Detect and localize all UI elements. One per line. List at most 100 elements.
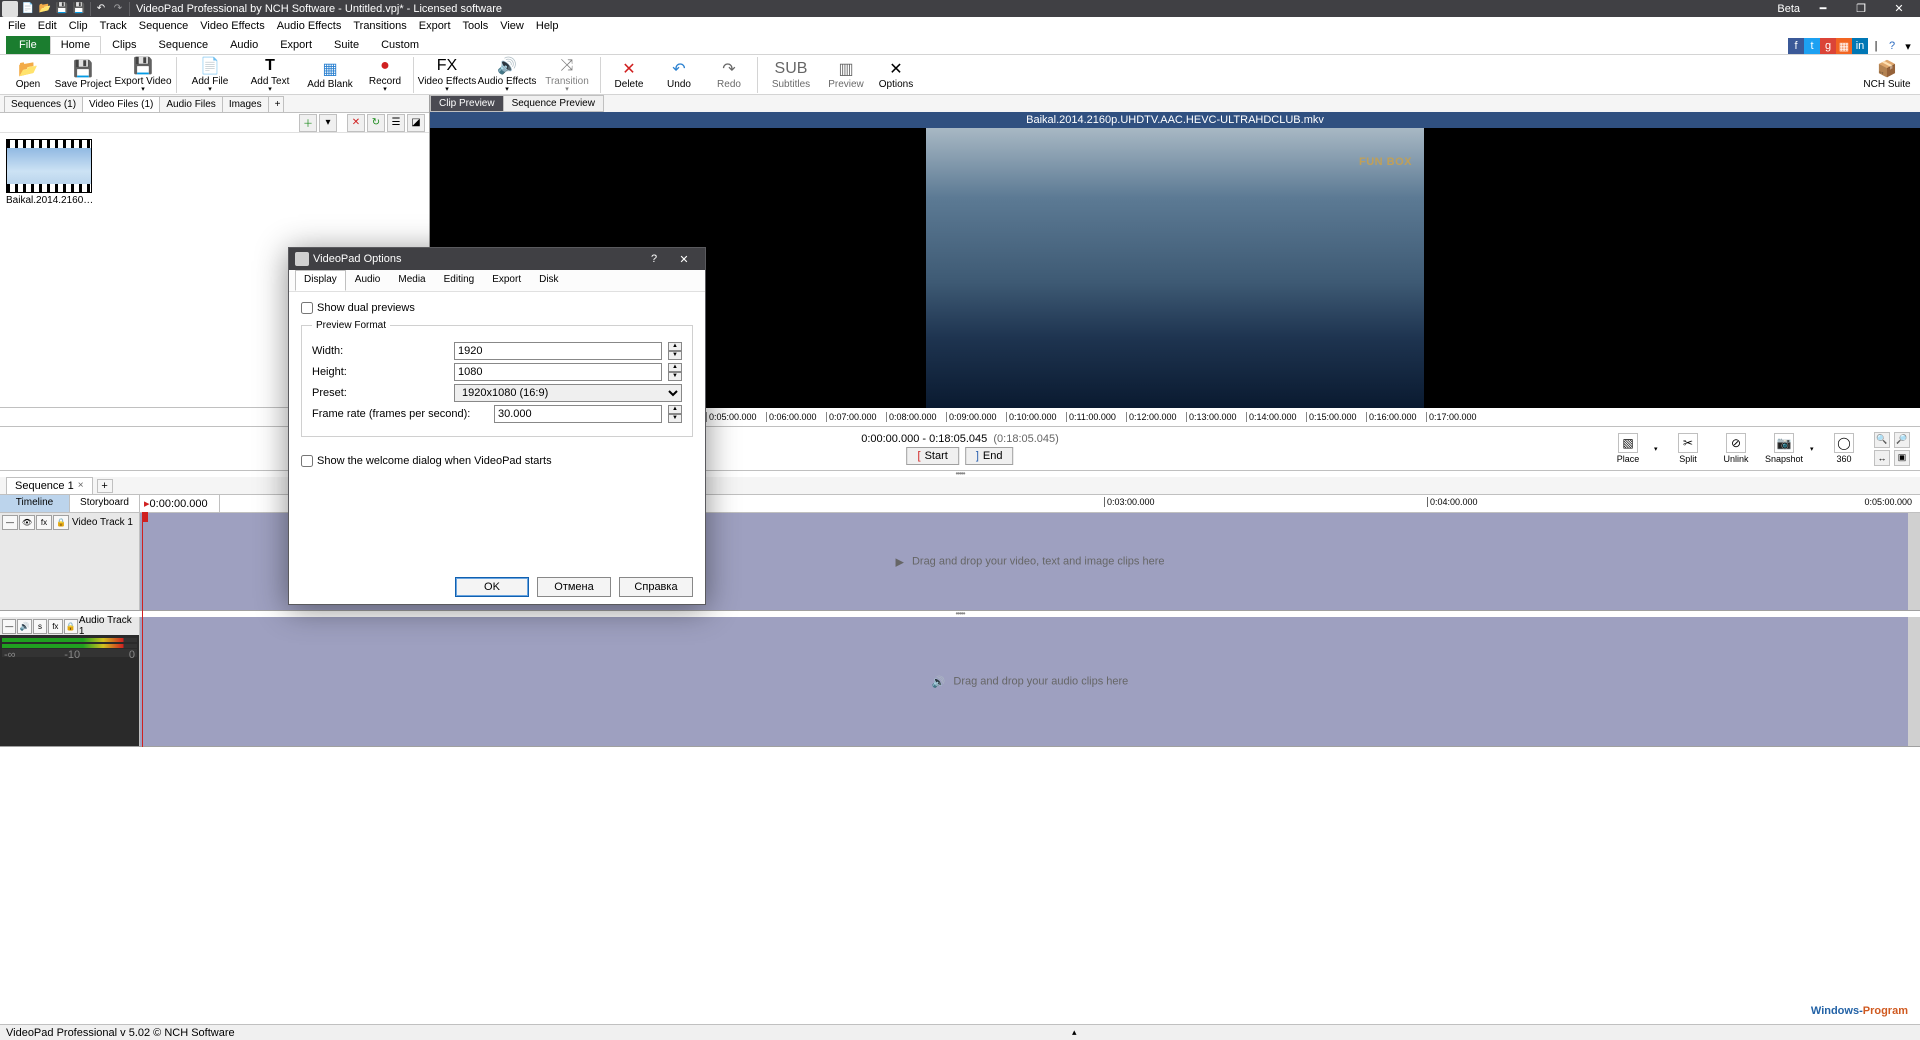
dialog-help-icon[interactable]: ?: [639, 253, 669, 265]
playhead[interactable]: [142, 513, 143, 747]
track-scrollbar[interactable]: [1908, 513, 1920, 610]
ribbon-tab-suite[interactable]: Suite: [323, 36, 370, 54]
add-text-button[interactable]: TAdd Text▾: [243, 56, 297, 94]
bin-tab-add[interactable]: +: [268, 96, 284, 112]
menu-tools[interactable]: Tools: [457, 17, 495, 35]
menu-transitions[interactable]: Transitions: [347, 17, 412, 35]
export-video-button[interactable]: 💾Export Video▾: [116, 56, 170, 94]
minimize-button[interactable]: ━: [1804, 0, 1842, 17]
subtitles-button[interactable]: SUBSubtitles: [764, 56, 818, 94]
bin-refresh-icon[interactable]: ↻: [367, 114, 385, 132]
height-spin-down[interactable]: ▼: [668, 372, 682, 381]
track-lock-icon[interactable]: 🔒: [64, 619, 78, 634]
unlink-button[interactable]: ⊘Unlink: [1714, 431, 1758, 466]
tab-clip-preview[interactable]: Clip Preview: [430, 95, 504, 112]
dialog-tab-audio[interactable]: Audio: [346, 270, 390, 291]
bin-tab-sequences[interactable]: Sequences (1): [4, 96, 83, 112]
dialog-tab-media[interactable]: Media: [389, 270, 434, 291]
bin-add-icon[interactable]: ＋: [299, 114, 317, 132]
status-grip-icon[interactable]: ▴: [235, 1027, 1914, 1038]
delete-button[interactable]: ✕Delete: [607, 56, 651, 94]
track-fx-icon[interactable]: fx: [48, 619, 62, 634]
menu-help[interactable]: Help: [530, 17, 565, 35]
options-button[interactable]: ✕Options: [874, 56, 918, 94]
track-mute-icon[interactable]: 🔊: [17, 619, 31, 634]
storyboard-mode-button[interactable]: Storyboard: [70, 495, 140, 512]
ribbon-tab-clips[interactable]: Clips: [101, 36, 147, 54]
fps-input[interactable]: [494, 405, 662, 423]
audio-track-body[interactable]: 🔊Drag and drop your audio clips here: [140, 617, 1920, 746]
width-input[interactable]: [454, 342, 662, 360]
track-solo-icon[interactable]: s: [33, 619, 47, 634]
social-rss-icon[interactable]: ▦: [1836, 38, 1852, 54]
clip-end-button[interactable]: ]End: [965, 447, 1014, 465]
ribbon-tab-sequence[interactable]: Sequence: [148, 36, 220, 54]
split-button[interactable]: ✂Split: [1666, 431, 1710, 466]
qat-save2-icon[interactable]: 💾: [71, 1, 87, 17]
clip-thumbnail[interactable]: Baikal.2014.2160p.U...: [6, 139, 94, 206]
dialog-tab-editing[interactable]: Editing: [435, 270, 484, 291]
ribbon-tab-audio[interactable]: Audio: [219, 36, 269, 54]
bin-tab-video-files[interactable]: Video Files (1): [82, 96, 160, 112]
fps-spin-down[interactable]: ▼: [668, 414, 682, 423]
timeline-mode-button[interactable]: Timeline: [0, 495, 70, 512]
qat-new-icon[interactable]: 📄: [20, 1, 36, 17]
add-blank-button[interactable]: ▦Add Blank: [303, 56, 357, 94]
track-scrollbar[interactable]: [1908, 617, 1920, 746]
open-button[interactable]: 📂Open: [6, 56, 50, 94]
menu-file[interactable]: File: [2, 17, 32, 35]
menu-export[interactable]: Export: [413, 17, 457, 35]
fit-icon[interactable]: ↔: [1874, 450, 1890, 466]
fps-spin-up[interactable]: ▲: [668, 405, 682, 414]
add-file-button[interactable]: 📄Add File▾: [183, 56, 237, 94]
bin-tab-images[interactable]: Images: [222, 96, 269, 112]
track-collapse-icon[interactable]: —: [2, 619, 16, 634]
track-fx-icon[interactable]: fx: [36, 515, 52, 530]
redo-button[interactable]: ↷Redo: [707, 56, 751, 94]
close-button[interactable]: ✕: [1880, 0, 1918, 17]
help-icon[interactable]: ?: [1884, 38, 1900, 54]
video-effects-button[interactable]: FXVideo Effects▾: [420, 56, 474, 94]
360-button[interactable]: ◯360: [1822, 431, 1866, 466]
show-welcome-checkbox[interactable]: Show the welcome dialog when VideoPad st…: [301, 455, 693, 467]
menu-video-effects[interactable]: Video Effects: [194, 17, 270, 35]
ribbon-tab-file[interactable]: File: [6, 36, 50, 54]
preset-select[interactable]: 1920x1080 (16:9): [454, 384, 682, 402]
place-drop-icon[interactable]: ▾: [1654, 445, 1662, 453]
ribbon-tab-custom[interactable]: Custom: [370, 36, 430, 54]
width-spin-up[interactable]: ▲: [668, 342, 682, 351]
qat-redo-icon[interactable]: ↷: [110, 1, 126, 17]
qat-save-icon[interactable]: 💾: [54, 1, 70, 17]
snapshot-drop-icon[interactable]: ▾: [1810, 445, 1818, 453]
menu-track[interactable]: Track: [94, 17, 133, 35]
dialog-close-icon[interactable]: ✕: [669, 253, 699, 266]
zoom-in-icon[interactable]: 🔍: [1874, 432, 1890, 448]
save-project-button[interactable]: 💾Save Project: [56, 56, 110, 94]
track-lock-icon[interactable]: 🔒: [53, 515, 69, 530]
qat-undo-icon[interactable]: ↶: [93, 1, 109, 17]
social-linkedin-icon[interactable]: in: [1852, 38, 1868, 54]
track-collapse-icon[interactable]: —: [2, 515, 18, 530]
dialog-title-bar[interactable]: VideoPad Options ? ✕: [289, 248, 705, 270]
maximize-button[interactable]: ❐: [1842, 0, 1880, 17]
zoom-out-icon[interactable]: 🔎: [1894, 432, 1910, 448]
track-visible-icon[interactable]: 👁: [19, 515, 35, 530]
sequence-tab[interactable]: Sequence 1×: [6, 477, 93, 495]
social-gplus-icon[interactable]: g: [1820, 38, 1836, 54]
width-spin-down[interactable]: ▼: [668, 351, 682, 360]
snapshot-button[interactable]: 📷Snapshot: [1762, 431, 1806, 466]
bin-tab-audio-files[interactable]: Audio Files: [159, 96, 222, 112]
show-dual-previews-checkbox[interactable]: Show dual previews: [301, 302, 693, 314]
menu-audio-effects[interactable]: Audio Effects: [271, 17, 348, 35]
menu-clip[interactable]: Clip: [63, 17, 94, 35]
dialog-tab-export[interactable]: Export: [483, 270, 530, 291]
social-facebook-icon[interactable]: f: [1788, 38, 1804, 54]
record-button[interactable]: ●Record▾: [363, 56, 407, 94]
height-input[interactable]: [454, 363, 662, 381]
menu-sequence[interactable]: Sequence: [133, 17, 195, 35]
sequence-add-button[interactable]: +: [97, 479, 113, 493]
bin-add-drop-icon[interactable]: ▾: [319, 114, 337, 132]
preview-button[interactable]: ▥Preview: [824, 56, 868, 94]
clip-start-button[interactable]: [Start: [907, 447, 959, 465]
bin-delete-icon[interactable]: ✕: [347, 114, 365, 132]
